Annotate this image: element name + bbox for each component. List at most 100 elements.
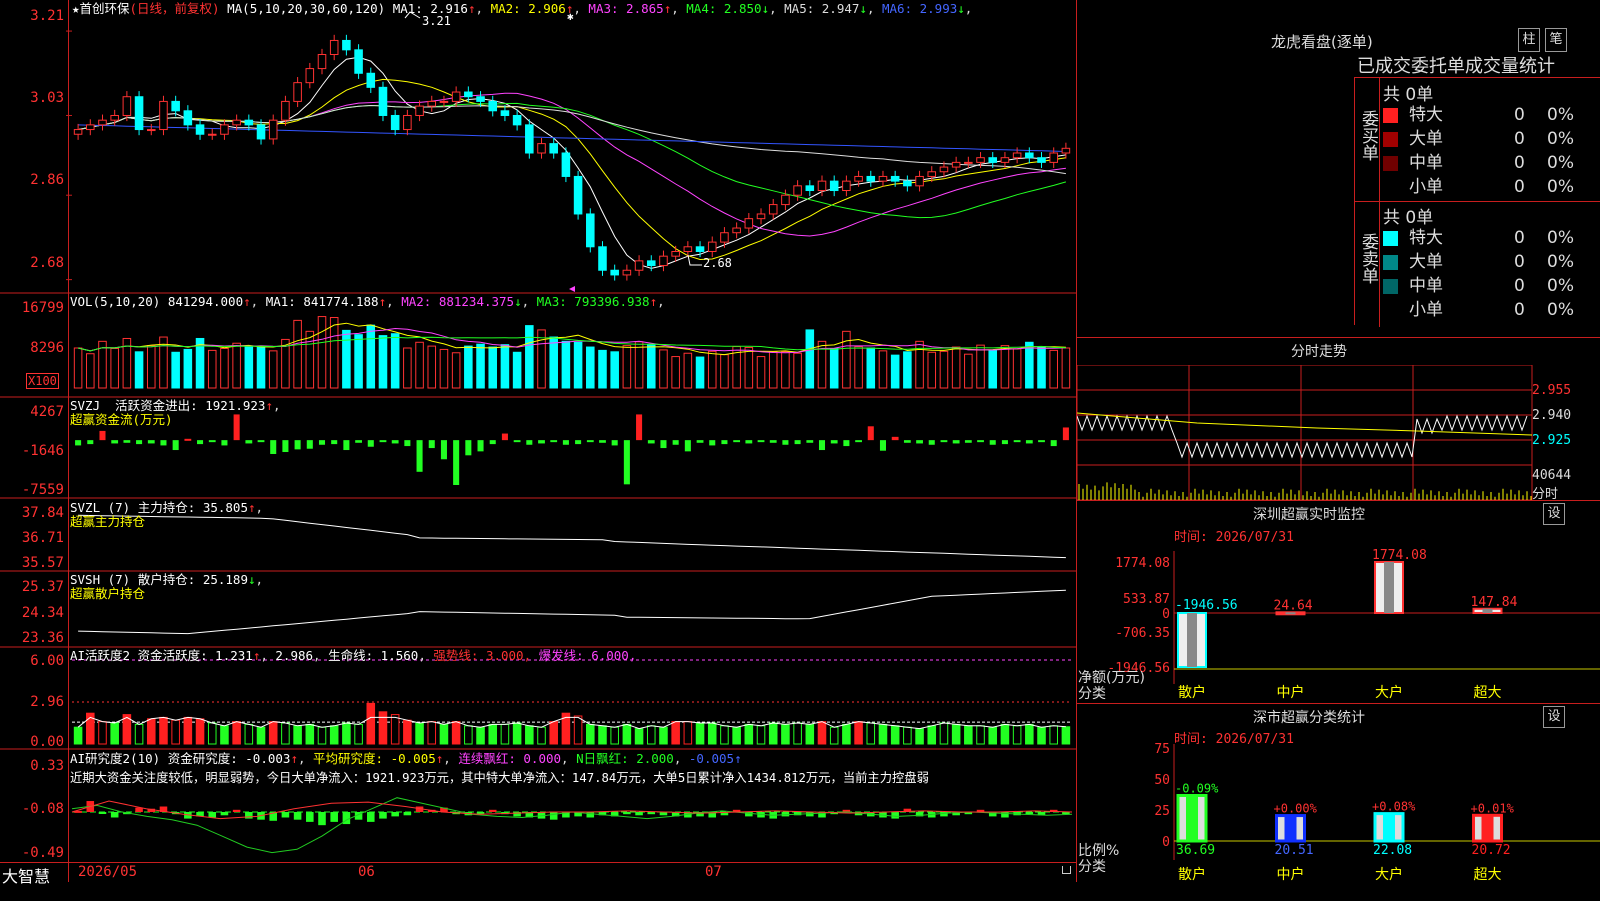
volume-bar: [793, 352, 802, 389]
candle: [390, 114, 400, 131]
ai1-label: AI活跃度2: [70, 648, 131, 663]
svzl-value: 35.805: [202, 500, 248, 515]
activity-bar: [720, 725, 729, 745]
activity-bar: [829, 726, 839, 745]
research-bar: [245, 812, 253, 819]
ai2-avg-value: -0.005: [390, 751, 436, 766]
fund-flow-bar: [660, 440, 667, 449]
candle: [232, 119, 241, 126]
order-stat-qty: 0: [1514, 276, 1525, 296]
volume-bar: [854, 346, 863, 389]
sz-monitor-tick: 1774.08: [1115, 556, 1170, 571]
ma-value: MA6: 2.993: [882, 1, 958, 16]
vol-ma-arrow: ↓: [514, 294, 522, 309]
ai2-item: 资金研究度:: [167, 751, 238, 766]
svzj-item: 活跃资金进出:: [115, 398, 198, 413]
activity-bar: [732, 726, 741, 745]
bar-view-button[interactable]: 柱: [1518, 28, 1540, 52]
volume-bar: [573, 341, 583, 389]
fund-flow-bar: [367, 440, 374, 447]
activity-bar: [342, 722, 351, 745]
fund-flow-bar: [343, 440, 350, 451]
fund-flow-bar: [257, 440, 265, 443]
volume-bar: [549, 336, 558, 389]
fund-flow-bar: [794, 440, 801, 445]
research-bar: [623, 812, 631, 815]
candle: [146, 129, 156, 132]
intraday-chart[interactable]: [1077, 365, 1600, 501]
sz-class-bar-core: [1481, 815, 1494, 841]
candle: [500, 110, 510, 116]
fund-flow-bar: [184, 438, 192, 441]
ma-line-20: [78, 92, 1066, 237]
dragon-title: 龙虎看盘(逐单): [1271, 33, 1373, 51]
sz-monitor-value: 1774.08: [1372, 548, 1427, 563]
activity-bar: [98, 721, 107, 745]
fund-flow-bar: [830, 440, 838, 444]
candle: [1049, 152, 1058, 163]
order-stat-name: 特大: [1409, 228, 1443, 248]
activity-bar: [915, 728, 924, 745]
activity-bar: [281, 722, 290, 745]
chart-area[interactable]: ★首创环保(日线，前复权) MA(5,10,20,30,60,120) MA1:…: [0, 0, 1077, 882]
candle: [988, 157, 998, 163]
fund-flow-bar: [745, 440, 753, 444]
fund-flow-bar: [355, 440, 362, 443]
volume-bar: [390, 333, 400, 389]
activity-bar: [268, 721, 278, 745]
sz-monitor-category: 中户: [1277, 684, 1305, 701]
activity-bar: [427, 721, 437, 745]
fund-flow-bar: [709, 440, 716, 446]
activity-bar: [390, 714, 400, 745]
fund-flow-bar: [99, 430, 106, 441]
ai2-tick: -0.08: [21, 801, 64, 817]
ai2-comment: 近期大资金关注度较低，明显弱势，今日大单净流入：1921.923万元，其中特大单…: [70, 771, 929, 785]
candle: [110, 114, 119, 121]
activity-bar: [756, 725, 766, 745]
fund-flow-bar: [1050, 440, 1057, 447]
fund-flow-bar: [575, 440, 582, 445]
activity-bar: [817, 721, 827, 745]
separator: ,: [386, 294, 402, 309]
intraday-vol: 40644: [1532, 468, 1572, 483]
sz-class-value: 36.69: [1176, 843, 1215, 858]
candle: [622, 269, 632, 276]
fund-flow-bar: [221, 440, 228, 446]
volume-bar: [707, 350, 717, 389]
candle: [744, 218, 754, 229]
order-stat-pct: 0%: [1547, 252, 1574, 272]
candle: [866, 175, 876, 182]
vol-unit-button[interactable]: X100: [26, 373, 59, 389]
volume-bar: [586, 346, 595, 389]
ma-value: MA5: 2.947: [784, 1, 860, 16]
sz-monitor-tick: -706.35: [1115, 626, 1170, 641]
activity-bar: [476, 726, 485, 745]
activity-bar: [646, 725, 656, 745]
chart-canvas[interactable]: [0, 0, 1077, 882]
fund-flow-bar: [782, 440, 789, 445]
sz-monitor-bar-shade: [1384, 562, 1394, 613]
candle: [317, 54, 327, 70]
volume-bar: [183, 348, 193, 389]
volume-bar: [451, 352, 461, 389]
activity-bar: [866, 722, 876, 745]
period-note: (日线，前复权): [129, 1, 220, 16]
candle: [659, 255, 668, 267]
fund-flow-bar: [721, 440, 728, 445]
candle: [707, 241, 717, 252]
order-stat-name: 大单: [1409, 129, 1443, 149]
low-mark: 2.68: [703, 256, 732, 270]
tick-view-button[interactable]: 笔: [1545, 28, 1567, 52]
activity-bar: [317, 726, 327, 745]
fund-flow-bar: [855, 440, 862, 443]
fund-flow-bar: [379, 440, 387, 443]
ai2-red-value: 0.000: [523, 751, 562, 766]
order-stat-row: 中单 0 0%: [1383, 274, 1598, 298]
intraday-price-line: [1077, 414, 1528, 459]
volume-bar: [427, 345, 437, 389]
vol-tick: 8296: [30, 340, 64, 356]
lock-icon[interactable]: [1062, 866, 1071, 874]
svsh-header: SVSH (7) 散户持仓: 25.189↓,: [70, 572, 264, 587]
volume-bar: [244, 346, 254, 389]
research-bar: [549, 812, 558, 820]
